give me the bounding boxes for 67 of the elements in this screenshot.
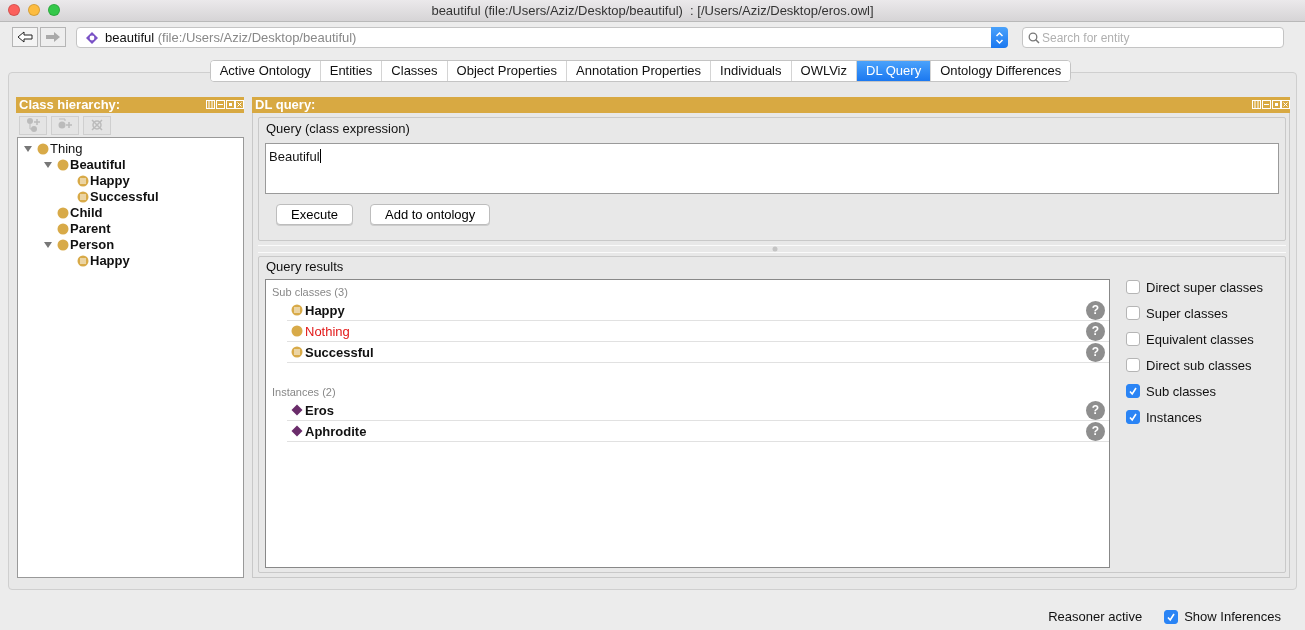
- query-field[interactable]: Beautiful: [265, 143, 1279, 195]
- add-subclass-button[interactable]: [19, 115, 47, 135]
- defined-class-icon: [291, 346, 303, 359]
- result-item[interactable]: Successful: [305, 342, 1084, 363]
- checkbox-label: Super classes: [1146, 304, 1228, 323]
- pane-title: DL query:: [255, 96, 316, 113]
- class-icon: [37, 142, 49, 155]
- defined-class-icon: [77, 254, 89, 267]
- class-icon: [291, 325, 303, 338]
- split-handle-icon[interactable]: [772, 245, 778, 252]
- result-item[interactable]: Happy: [305, 300, 1084, 321]
- checkbox[interactable]: [1126, 280, 1140, 295]
- checkbox[interactable]: [1126, 306, 1140, 321]
- result-item[interactable]: Nothing: [305, 321, 1084, 342]
- section-title: Query results: [266, 257, 344, 276]
- checkbox-label: Direct super classes: [1146, 278, 1264, 297]
- individual-icon: [291, 425, 303, 438]
- defined-class-icon: [291, 304, 303, 317]
- result-item[interactable]: Aphrodite: [305, 421, 1084, 442]
- checkbox-label: Show Inferences: [1184, 608, 1281, 627]
- checkbox[interactable]: [1126, 384, 1140, 399]
- checkbox[interactable]: [1126, 358, 1140, 373]
- pane-controls-icon: [1252, 99, 1290, 110]
- ontology-icon: [85, 30, 99, 45]
- back-button[interactable]: [12, 27, 38, 47]
- add-sibling-button[interactable]: [51, 115, 79, 135]
- group-title: Instances (2): [271, 385, 337, 401]
- reasoner-status: Reasoner active: [1048, 608, 1143, 627]
- result-item[interactable]: Eros: [305, 400, 1084, 421]
- class-icon: [57, 158, 69, 171]
- check-icon: [1166, 612, 1177, 623]
- add-to-ontology-button[interactable]: Add to ontology: [370, 204, 491, 226]
- stepper-icon: [995, 30, 1004, 45]
- pane-controls-icon: [206, 99, 244, 110]
- ontology-name: beautiful (file:/Users/Aziz/Desktop/beautiful): [105, 28, 358, 47]
- individual-icon: [291, 404, 303, 417]
- checkbox[interactable]: [1126, 332, 1140, 347]
- group-title: Sub classes (3): [271, 285, 349, 301]
- checkbox-label: Equivalent classes: [1146, 330, 1254, 349]
- close-icon[interactable]: [8, 4, 20, 16]
- class-icon: [57, 222, 69, 235]
- execute-button[interactable]: Execute: [276, 204, 353, 226]
- window-title: beautiful (file:/Users/Aziz/Desktop/beautiful) : [/Users/Aziz/Desktop/eros.owl]: [431, 2, 874, 20]
- ontology-selector[interactable]: beautiful (file:/Users/Aziz/Desktop/beautiful): [76, 27, 1008, 48]
- defined-class-icon: [77, 190, 89, 203]
- check-icon: [1128, 412, 1138, 423]
- checkbox-label: Sub classes: [1146, 382, 1217, 401]
- tab[interactable]: Active Ontology: [210, 60, 321, 81]
- right-arrow-icon: [45, 31, 61, 43]
- delete-class-button[interactable]: [83, 115, 111, 135]
- minimize-icon[interactable]: [28, 4, 40, 16]
- left-arrow-icon: [17, 31, 33, 43]
- add-subclass-icon: [25, 117, 41, 134]
- checkbox-label: Direct sub classes: [1146, 356, 1252, 375]
- section-title: Query (class expression): [266, 119, 410, 138]
- tab[interactable]: DL Query: [857, 60, 932, 81]
- zoom-icon[interactable]: [48, 4, 60, 16]
- pane-title: Class hierarchy:: [19, 96, 121, 113]
- check-icon: [1128, 386, 1138, 397]
- class-icon: [57, 206, 69, 219]
- class-icon: [57, 238, 69, 251]
- query-text: Beautiful: [269, 149, 320, 165]
- search-field[interactable]: Search for entity: [1022, 27, 1284, 48]
- checkbox[interactable]: [1164, 610, 1179, 625]
- checkbox[interactable]: [1126, 410, 1140, 425]
- checkbox-label: Instances: [1146, 408, 1202, 427]
- defined-class-icon: [77, 174, 89, 187]
